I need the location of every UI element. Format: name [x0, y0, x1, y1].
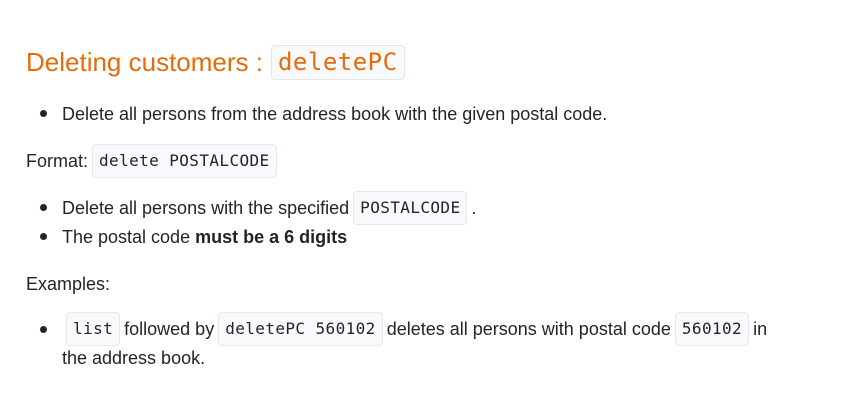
bullet-point [40, 204, 47, 211]
example-text-1: followed by [124, 319, 215, 339]
example-text-4: the address book. [62, 348, 206, 368]
format-line: Format: delete POSTALCODE [26, 144, 281, 178]
examples-label-line: Examples: [26, 270, 110, 298]
heading-text: Deleting customers : [26, 46, 263, 77]
document-page: Deleting customers : deletePC Delete all… [0, 0, 863, 401]
bullet-point [40, 110, 47, 117]
format-code: delete POSTALCODE [92, 144, 277, 178]
detail-2-prefix: The postal code [62, 227, 191, 247]
example-item: list followed by deletePC 560102 deletes… [62, 312, 768, 346]
format-label: Format: [26, 151, 89, 171]
example-text-3: in [753, 319, 768, 339]
example-postalcode-code: 560102 [674, 312, 750, 346]
postalcode-code: POSTALCODE [353, 191, 468, 225]
example-continuation: the address book. [62, 344, 205, 372]
description-item: Delete all persons from the address book… [62, 100, 607, 128]
example-deletepc-code: deletePC 560102 [218, 312, 383, 346]
examples-label: Examples: [26, 274, 111, 294]
detail-1-prefix: Delete all persons with the specified [62, 198, 350, 218]
detail-item-2: The postal code must be a 6 digits [62, 223, 347, 251]
bullet-point [40, 233, 47, 240]
heading-command-code: deletePC [270, 44, 405, 80]
description-text: Delete all persons from the address book… [62, 104, 608, 124]
section-heading: Deleting customers : deletePC [26, 43, 405, 81]
detail-item-1: Delete all persons with the specified PO… [62, 191, 477, 225]
example-text-2: deletes all persons with postal code [386, 319, 671, 339]
bullet-point [40, 326, 47, 333]
example-list-code: list [66, 312, 121, 346]
detail-2-bold: must be a 6 digits [195, 227, 348, 247]
detail-1-suffix: . [471, 198, 477, 218]
